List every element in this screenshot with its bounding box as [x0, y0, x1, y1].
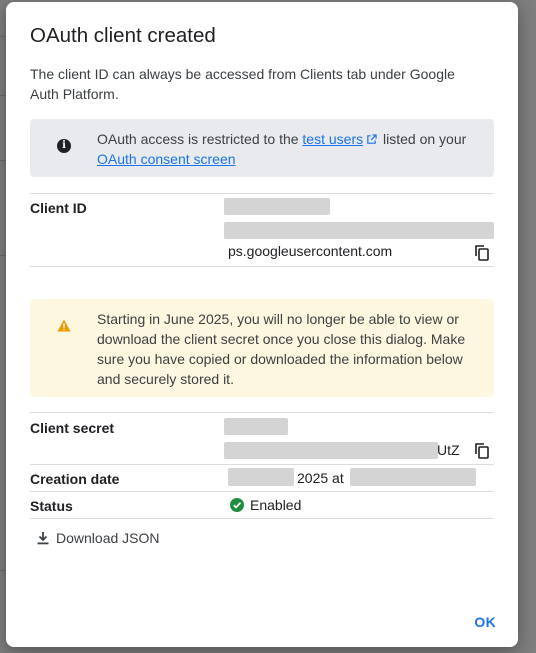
- warning-banner: Starting in June 2025, you will no longe…: [30, 299, 494, 397]
- client-id-redacted-2: [224, 222, 494, 239]
- row-divider: [30, 412, 494, 413]
- external-link-icon: [367, 134, 377, 144]
- oauth-consent-screen-link[interactable]: OAuth consent screen: [97, 151, 236, 167]
- copy-client-id-icon[interactable]: [475, 245, 489, 261]
- client-secret-redacted-1: [224, 418, 288, 435]
- row-divider: [30, 491, 494, 492]
- warning-banner-text: Starting in June 2025, you will no longe…: [97, 311, 466, 387]
- status-label: Status: [30, 498, 73, 514]
- creation-date-year: 2025 at: [297, 470, 344, 486]
- dialog-intro-text: The client ID can always be accessed fro…: [30, 66, 455, 102]
- row-divider: [30, 464, 494, 465]
- oauth-client-created-dialog: OAuth client created The client ID can a…: [6, 2, 518, 647]
- creation-date-label: Creation date: [30, 471, 120, 487]
- creation-date-redacted-1: [228, 468, 294, 486]
- info-icon: i: [57, 139, 71, 153]
- status-value: Enabled: [250, 497, 302, 513]
- download-json-button[interactable]: Download JSON: [36, 526, 160, 550]
- client-id-suffix: ps.googleusercontent.com: [228, 243, 393, 259]
- info-banner-text: OAuth access is restricted to the test u…: [97, 131, 467, 167]
- creation-date-redacted-2: [350, 468, 476, 486]
- row-divider: [30, 266, 494, 267]
- dialog-title: OAuth client created: [30, 24, 216, 47]
- test-users-link[interactable]: test users: [302, 131, 363, 147]
- download-json-label: Download JSON: [56, 530, 160, 546]
- client-secret-suffix: UtZ: [437, 442, 460, 458]
- client-id-redacted-1: [224, 198, 330, 215]
- row-divider: [30, 193, 494, 194]
- check-circle-icon: [230, 498, 244, 512]
- download-icon: [37, 532, 49, 545]
- client-secret-redacted-2: [224, 442, 438, 459]
- row-divider: [30, 518, 494, 519]
- warning-icon: [57, 319, 71, 332]
- client-id-label: Client ID: [30, 200, 87, 216]
- client-secret-label: Client secret: [30, 420, 115, 436]
- copy-client-secret-icon[interactable]: [475, 443, 489, 459]
- info-banner: i OAuth access is restricted to the test…: [30, 119, 494, 177]
- ok-button[interactable]: OK: [474, 614, 496, 630]
